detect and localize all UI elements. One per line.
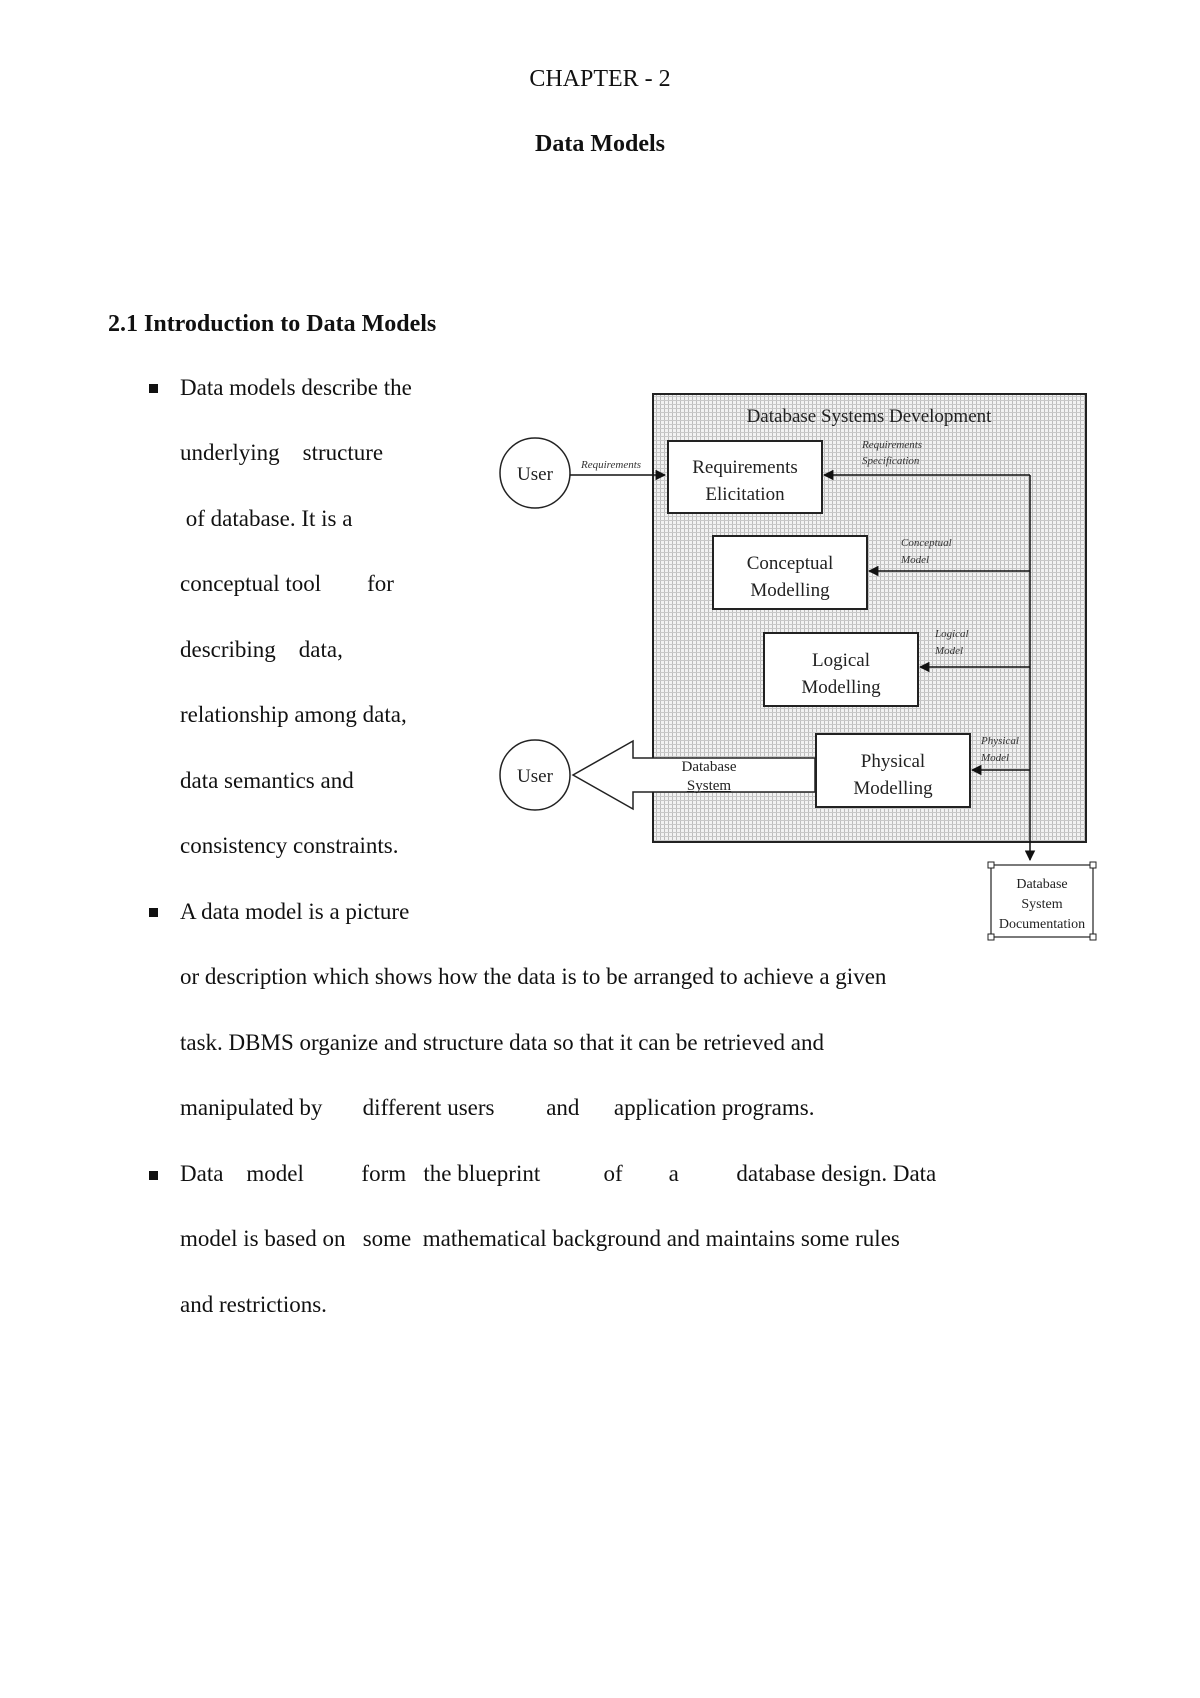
user-label-bottom: User <box>517 766 554 787</box>
edge-label: Specification <box>862 455 920 467</box>
box-label: Requirements <box>692 457 798 478</box>
user-label-top: User <box>517 464 554 485</box>
diagram-title: Database Systems Development <box>747 406 993 427</box>
documentation-label: System <box>1021 897 1062 912</box>
documentation-label: Database <box>1016 877 1067 892</box>
box-label: Elicitation <box>705 484 785 505</box>
output-arrow-label: Database <box>682 759 737 775</box>
output-arrow-label: System <box>687 778 732 794</box>
edge-label: Conceptual <box>901 537 952 549</box>
box-label: Modelling <box>853 778 933 799</box>
box-label: Logical <box>812 650 870 671</box>
edge-label: Requirements <box>861 439 922 451</box>
edge-label: Model <box>934 645 963 657</box>
box-label: Modelling <box>750 580 830 601</box>
edge-label: Logical <box>934 628 969 640</box>
edge-label: Model <box>900 554 929 566</box>
box-label: Conceptual <box>747 553 834 574</box>
database-development-diagram: Database Systems Development User Requir… <box>499 393 1097 941</box>
edge-label: Physical <box>980 735 1019 747</box>
box-label: Modelling <box>801 677 881 698</box>
box-label: Physical <box>861 751 925 772</box>
requirements-edge-label: Requirements <box>580 459 641 471</box>
documentation-label: Documentation <box>999 917 1085 932</box>
edge-label: Model <box>980 752 1009 764</box>
